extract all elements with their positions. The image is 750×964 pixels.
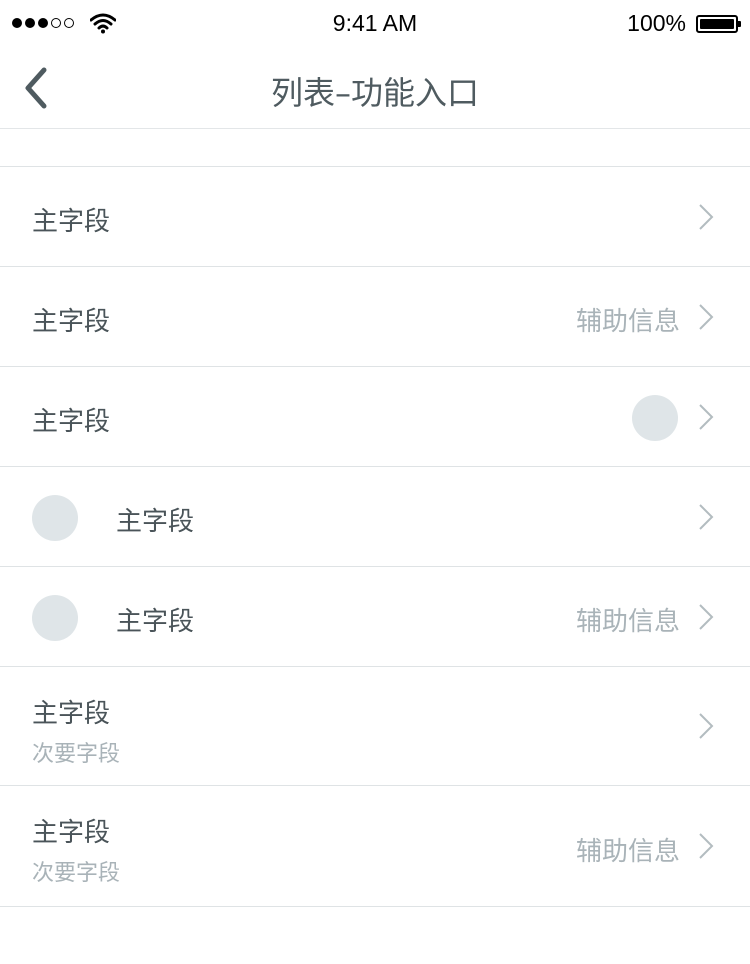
chevron-right-icon [699, 404, 714, 430]
chevron-right-icon [699, 504, 714, 530]
chevron-right-icon [699, 713, 714, 739]
list-item[interactable]: 主字段 [0, 367, 750, 467]
auxiliary-info: 辅助信息 [575, 307, 680, 337]
list-item[interactable]: 主字段 辅助信息 [0, 567, 750, 667]
primary-field: 主字段 [32, 699, 111, 729]
chevron-right-icon [699, 833, 714, 859]
chevron-right-icon [699, 204, 714, 230]
primary-field: 主字段 [116, 607, 195, 637]
chevron-right-icon [699, 304, 714, 330]
auxiliary-info: 辅助信息 [575, 837, 680, 867]
auxiliary-info: 辅助信息 [575, 607, 680, 637]
function-entry-list: 主字段 主字段 辅助信息 主字段 主字段 主字段 辅助信息 主字段 次要字段 主… [0, 167, 750, 907]
primary-field: 主字段 [32, 407, 111, 437]
chevron-right-icon [699, 604, 714, 630]
primary-field: 主字段 [32, 307, 111, 337]
secondary-field: 次要字段 [32, 861, 121, 886]
section-spacer [0, 129, 750, 167]
battery-icon [696, 15, 741, 33]
avatar [32, 595, 78, 641]
list-item[interactable]: 主字段 次要字段 [0, 667, 750, 786]
primary-field: 主字段 [32, 818, 111, 848]
list-item[interactable]: 主字段 辅助信息 [0, 267, 750, 367]
battery-percent: 100% [627, 10, 686, 36]
page-title: 列表–功能入口 [270, 74, 479, 112]
status-bar: 9:41 AM 100% [0, 0, 750, 48]
list-item[interactable]: 主字段 [0, 467, 750, 567]
avatar [32, 495, 78, 541]
list-item[interactable]: 主字段 [0, 167, 750, 267]
primary-field: 主字段 [116, 507, 195, 537]
avatar [632, 395, 678, 441]
secondary-field: 次要字段 [32, 742, 121, 767]
list-item[interactable]: 主字段 次要字段 辅助信息 [0, 786, 750, 907]
primary-field: 主字段 [32, 207, 111, 237]
navigation-bar: 列表–功能入口 [0, 48, 750, 129]
